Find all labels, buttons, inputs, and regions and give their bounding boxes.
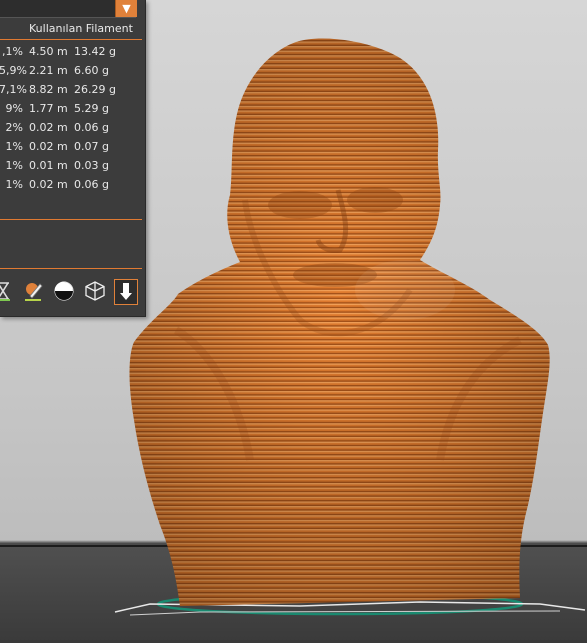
row-length: 0.02 m [29,178,68,191]
row-percent: 1% [5,178,23,191]
chevron-down-icon[interactable]: ▼ [115,0,137,17]
row-weight: 0.03 g [74,159,109,172]
row-percent: 7,1% [0,83,27,96]
row-weight: 5.29 g [74,102,109,115]
row-weight: 26.29 g [74,83,116,96]
export-arrow-icon[interactable] [114,279,138,305]
row-length: 8.82 m [29,83,68,96]
row-percent: 2% [5,121,23,134]
row-weight: 13.42 g [74,45,116,58]
row-weight: 0.06 g [74,121,109,134]
row-percent: 1% [5,140,23,153]
hourglass-icon[interactable] [0,279,14,303]
pencil-brush-icon[interactable] [23,279,45,303]
row-weight: 0.06 g [74,178,109,191]
row-length: 4.50 m [29,45,68,58]
half-circle-icon[interactable] [53,279,75,303]
slice-info-panel: ▼ Kullanılan Filament ,1% 4.50 m 13.42 g… [0,0,146,317]
row-percent: ,1% [2,45,23,58]
row-weight: 0.07 g [74,140,109,153]
row-percent: 1% [5,159,23,172]
filament-used-header: Kullanılan Filament [29,22,133,35]
row-length: 0.02 m [29,140,68,153]
row-percent: 5,9% [0,64,27,77]
row-length: 0.01 m [29,159,68,172]
row-weight: 6.60 g [74,64,109,77]
divider [0,268,142,269]
row-length: 0.02 m [29,121,68,134]
row-percent: 9% [5,102,23,115]
wireframe-cube-icon[interactable] [84,279,106,303]
row-length: 1.77 m [29,102,68,115]
divider [0,219,142,220]
divider [0,39,142,40]
row-length: 2.21 m [29,64,68,77]
